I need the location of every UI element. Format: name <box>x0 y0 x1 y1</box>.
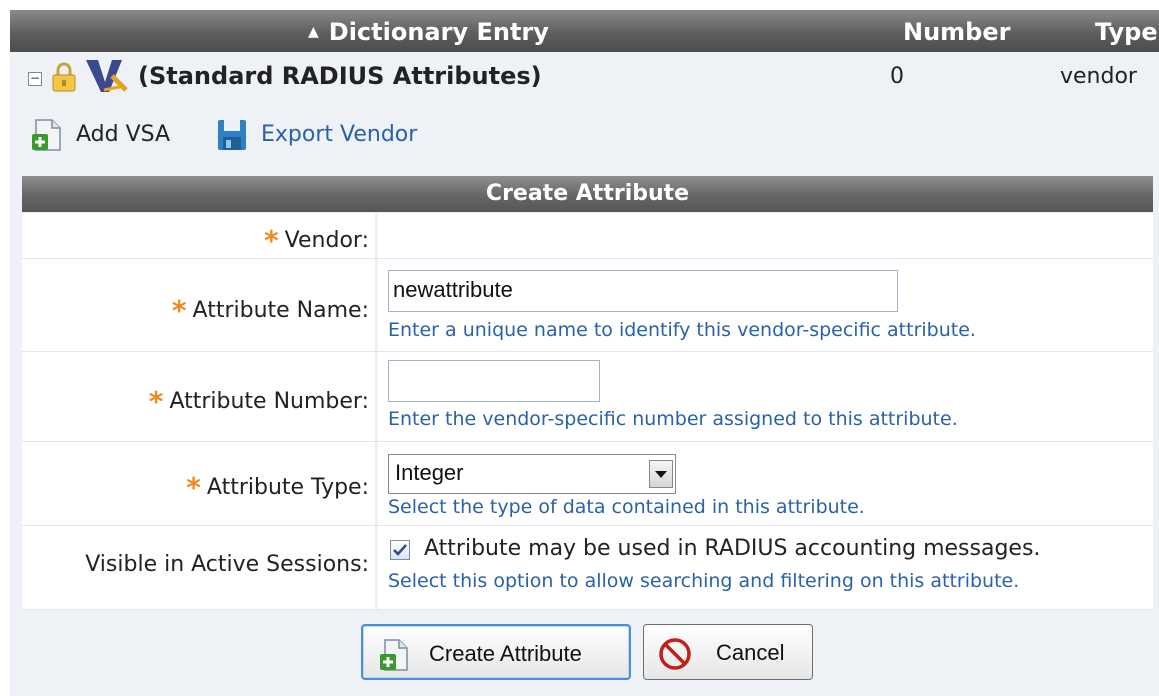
visible-field-cell: Attribute may be used in RADIUS accounti… <box>378 526 1153 609</box>
visible-checkbox[interactable] <box>390 540 410 560</box>
attribute-number-input[interactable] <box>388 360 600 402</box>
add-vsa-label: Add VSA <box>76 122 171 147</box>
form-buttons: Create Attribute Cancel <box>22 610 1153 696</box>
attribute-number-label-cell: * Attribute Number: <box>22 352 375 441</box>
lock-icon <box>50 60 78 98</box>
attribute-name-field-cell: newattribute Enter a unique name to iden… <box>378 259 1153 351</box>
visible-checkbox-label[interactable]: Attribute may be used in RADIUS accounti… <box>424 536 1040 561</box>
attribute-name-hint: Enter a unique name to identify this ven… <box>388 319 976 341</box>
required-marker: * <box>148 385 164 418</box>
collapse-toggle-icon[interactable]: − <box>28 72 42 86</box>
attribute-number-label: * Attribute Number: <box>148 382 369 418</box>
column-header-number[interactable]: Number <box>903 18 1010 46</box>
add-document-icon <box>30 118 64 158</box>
create-attribute-panel: Create Attribute * Vendor: * Attribute Nam… <box>10 162 1159 696</box>
attribute-number-row: * Attribute Number: Enter the vendor-spec… <box>22 352 1153 442</box>
add-document-icon <box>377 638 411 678</box>
attribute-number-hint: Enter the vendor-specific number assigne… <box>388 408 958 430</box>
vendor-name[interactable]: (Standard RADIUS Attributes) <box>138 62 542 90</box>
panel-title: Create Attribute <box>22 176 1153 212</box>
vendor-row[interactable]: − (Standard RADIUS Attributes) 0 vendor <box>10 52 1159 108</box>
required-marker: * <box>186 471 201 504</box>
table-header: ▲ Dictionary Entry Number Type <box>10 10 1159 52</box>
vendor-number: 0 <box>890 64 904 89</box>
attribute-number-field-cell: Enter the vendor-specific number assigne… <box>378 352 1153 441</box>
attribute-type-select[interactable]: Integer <box>388 454 676 494</box>
attribute-name-row: * Attribute Name: newattribute Enter a un… <box>22 259 1153 352</box>
attribute-number-label-text: Attribute Number: <box>169 389 369 414</box>
visible-hint: Select this option to allow searching an… <box>388 570 1020 592</box>
attribute-name-label-text: Attribute Name: <box>192 298 369 323</box>
column-header-type[interactable]: Type <box>1095 18 1158 46</box>
attribute-type-label-cell: * Attribute Type: <box>22 442 375 525</box>
checkmark-icon <box>393 544 407 556</box>
visible-in-sessions-label: Visible in Active Sessions: <box>85 552 369 577</box>
attribute-type-label: * Attribute Type: <box>186 468 369 504</box>
vendor-actions: Add VSA Export Vendor <box>10 108 1159 162</box>
attribute-type-hint: Select the type of data contained in thi… <box>388 496 865 518</box>
create-attribute-label: Create Attribute <box>429 641 582 666</box>
required-marker: * <box>264 224 279 257</box>
vendor-label: * Vendor: <box>264 221 369 257</box>
attribute-name-label-cell: * Attribute Name: <box>22 259 375 351</box>
column-header-label: Dictionary Entry <box>328 18 549 46</box>
attribute-type-label-text: Attribute Type: <box>206 475 369 500</box>
cancel-label: Cancel <box>716 640 785 665</box>
vendor-label-text: Vendor: <box>284 228 369 253</box>
chevron-down-icon[interactable] <box>649 460 673 488</box>
cancel-button[interactable]: Cancel <box>643 624 813 680</box>
visible-label-cell: Visible in Active Sessions: <box>22 526 375 609</box>
vendor-icon <box>82 56 128 100</box>
attribute-type-selected-value: Integer <box>395 460 464 485</box>
attribute-type-field-cell: Integer Select the type of data containe… <box>378 442 1153 525</box>
export-vendor-label: Export Vendor <box>261 122 418 147</box>
save-disk-icon <box>215 118 249 158</box>
vendor-value <box>378 213 1153 258</box>
required-marker: * <box>171 294 187 327</box>
attribute-type-row: * Attribute Type: Integer Select the type… <box>22 442 1153 526</box>
create-attribute-button[interactable]: Create Attribute <box>361 624 631 680</box>
vendor-label-cell: * Vendor: <box>22 213 375 258</box>
column-header-dictionary-entry[interactable]: ▲ Dictionary Entry <box>308 18 549 46</box>
vendor-field-row: * Vendor: <box>22 213 1153 259</box>
attribute-name-input[interactable]: newattribute <box>388 270 898 312</box>
visible-in-sessions-row: Visible in Active Sessions: Attribute ma… <box>22 526 1153 610</box>
vendor-type: vendor <box>1060 64 1137 89</box>
attribute-name-label: * Attribute Name: <box>171 291 369 327</box>
cancel-icon <box>658 637 692 677</box>
sort-ascending-icon: ▲ <box>308 24 319 40</box>
